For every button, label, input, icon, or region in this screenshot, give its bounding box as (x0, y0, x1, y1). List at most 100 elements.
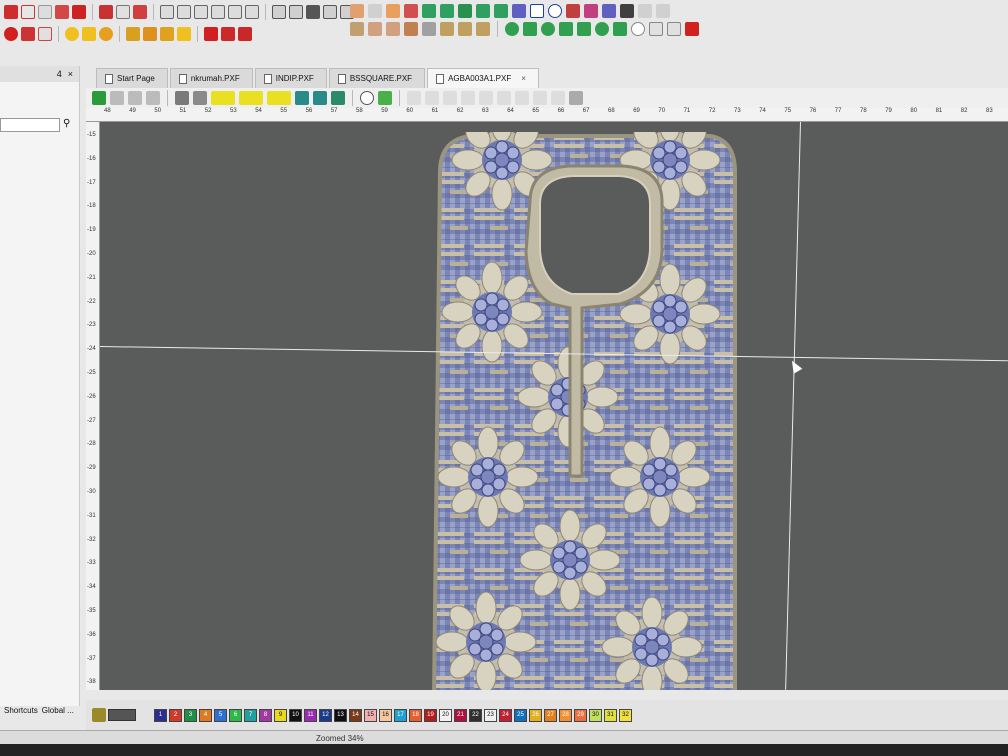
green-path-icon[interactable] (595, 22, 609, 36)
select-area-icon[interactable] (295, 91, 309, 105)
group-icon[interactable] (386, 4, 400, 18)
copy-icon[interactable] (368, 22, 382, 36)
undo-arrow-icon[interactable] (649, 22, 663, 36)
color-swatch-19[interactable]: 19 (424, 708, 437, 722)
mirror-icon[interactable] (422, 4, 436, 18)
color-swatch-20[interactable]: 20 (439, 708, 452, 722)
tab-shortcuts[interactable]: Shortcuts (4, 706, 38, 715)
line-icon[interactable] (512, 4, 526, 18)
color-swatch-6[interactable]: 6 (229, 708, 242, 722)
redo-icon[interactable] (656, 4, 670, 18)
record-icon[interactable] (21, 27, 35, 41)
vertical-guide-line[interactable] (785, 122, 801, 690)
zoom-all-icon[interactable] (211, 5, 225, 19)
color-swatch-16[interactable]: 16 (379, 708, 392, 722)
split-icon[interactable] (440, 22, 454, 36)
color-swatch-29[interactable]: 29 (574, 708, 587, 722)
sort-icon[interactable] (476, 22, 490, 36)
color-swatch-3[interactable]: 3 (184, 708, 197, 722)
fit-page-icon[interactable] (228, 5, 242, 19)
embroidery-design[interactable] (430, 132, 740, 690)
zoom-in-icon[interactable] (160, 5, 174, 19)
green-circle-icon[interactable] (505, 22, 519, 36)
color-swatch-31[interactable]: 31 (604, 708, 617, 722)
color-swatch-25[interactable]: 25 (514, 708, 527, 722)
bead-icon[interactable] (177, 27, 191, 41)
outline-circle-icon[interactable] (631, 22, 645, 36)
image-icon[interactable] (584, 4, 598, 18)
rotate-icon[interactable] (440, 4, 454, 18)
satin-icon[interactable] (116, 5, 130, 19)
green-stitch-icon[interactable] (577, 22, 591, 36)
panel-close-icon[interactable]: × (68, 66, 73, 82)
fill-bucket-icon[interactable] (146, 91, 160, 105)
color-swatch-26[interactable]: 26 (529, 708, 542, 722)
matrix-icon[interactable] (569, 91, 583, 105)
monitor-icon[interactable] (193, 91, 207, 105)
circle-icon[interactable] (548, 4, 562, 18)
trim-tool-icon[interactable] (72, 5, 86, 19)
color-swatch-2[interactable]: 2 (169, 708, 182, 722)
panel-pin-icon[interactable]: 4 (57, 66, 62, 82)
align-icon[interactable] (350, 4, 364, 18)
hoop-icon[interactable] (272, 5, 286, 19)
green-fill-icon[interactable] (613, 22, 627, 36)
measure-icon[interactable] (323, 5, 337, 19)
color-swatch-30[interactable]: 30 (589, 708, 602, 722)
fillet-icon[interactable] (494, 4, 508, 18)
color-swatch-5[interactable]: 5 (214, 708, 227, 722)
search-icon[interactable]: ⚲ (63, 118, 70, 129)
tab-nkrumah[interactable]: nkrumah.PXF (169, 68, 253, 88)
funnel-icon[interactable] (82, 27, 96, 41)
smile-icon[interactable] (65, 27, 79, 41)
distribute-icon[interactable] (368, 4, 382, 18)
color-swatch-24[interactable]: 24 (499, 708, 512, 722)
color-swatch-23[interactable]: 23 (484, 708, 497, 722)
color-swatch-21[interactable]: 21 (454, 708, 467, 722)
stitch-tool-icon[interactable] (55, 5, 69, 19)
curve-icon[interactable] (620, 4, 634, 18)
color-swatch-1[interactable]: 1 (154, 708, 167, 722)
color-swatch-14[interactable]: 14 (349, 708, 362, 722)
view-icon[interactable] (175, 91, 189, 105)
sequin-icon[interactable] (143, 27, 157, 41)
align-right-icon[interactable] (497, 91, 511, 105)
color-swatch-11[interactable]: 11 (304, 708, 317, 722)
zoom-box-icon[interactable] (194, 5, 208, 19)
array-icon[interactable] (476, 4, 490, 18)
transform-icon[interactable] (350, 22, 364, 36)
tab-indip[interactable]: INDIP.PXF (254, 68, 327, 88)
sequence-icon[interactable] (515, 91, 529, 105)
tab-bssquare[interactable]: BSSQUARE.PXF (328, 68, 426, 88)
filter-icon[interactable] (92, 91, 106, 105)
layers-icon[interactable] (533, 91, 547, 105)
redo-arrow-icon[interactable] (667, 22, 681, 36)
palette-settings-icon[interactable] (92, 708, 106, 722)
color-swatch-8[interactable]: 8 (259, 708, 272, 722)
color-swatch-7[interactable]: 7 (244, 708, 257, 722)
globe-icon[interactable] (360, 91, 374, 105)
zoom-dropdown-icon[interactable] (211, 91, 235, 105)
green-shape-icon[interactable] (523, 22, 537, 36)
tab-start-page[interactable]: Start Page (96, 68, 168, 88)
node-icon[interactable] (422, 22, 436, 36)
green-drop-icon[interactable] (559, 22, 573, 36)
redraw-icon[interactable] (289, 5, 303, 19)
delete-icon[interactable] (685, 22, 699, 36)
scale-icon[interactable] (458, 4, 472, 18)
design-canvas[interactable] (100, 122, 1008, 690)
panel-search-input[interactable] (0, 118, 60, 132)
color-swatch-4[interactable]: 4 (199, 708, 212, 722)
scissors-icon[interactable] (38, 27, 52, 41)
undo-icon[interactable] (638, 4, 652, 18)
lock-icon[interactable] (306, 5, 320, 19)
green-leaf-icon[interactable] (541, 22, 555, 36)
sort-asc-icon[interactable] (407, 91, 421, 105)
sort-desc-icon[interactable] (425, 91, 439, 105)
color-swatch-13[interactable]: 13 (334, 708, 347, 722)
3d-view-icon[interactable] (378, 91, 392, 105)
square-icon[interactable] (530, 4, 544, 18)
color-swatch-32[interactable]: 32 (619, 708, 632, 722)
current-color-swatch[interactable] (108, 709, 136, 721)
color-swatch-15[interactable]: 15 (364, 708, 377, 722)
